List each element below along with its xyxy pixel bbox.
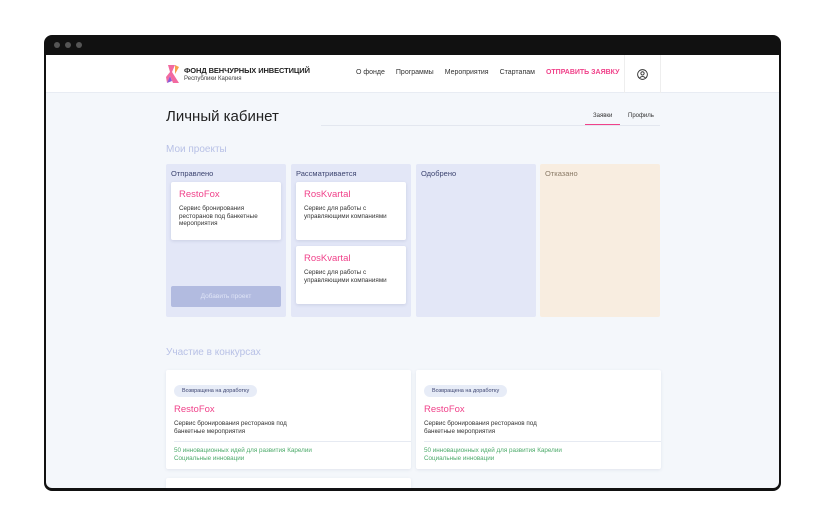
window-titlebar bbox=[46, 35, 779, 55]
contest-category: Социальные инновации bbox=[424, 454, 495, 462]
contest-category: Социальные инновации bbox=[174, 454, 245, 462]
contests-heading: Участие в конкурсах bbox=[166, 347, 261, 358]
browser-window: ФОНД ВЕНЧУРНЫХ ИНВЕСТИЦИЙ Республики Кар… bbox=[44, 35, 781, 491]
divider bbox=[424, 441, 661, 442]
status-badge: Возвращена на доработку bbox=[424, 385, 508, 397]
project-desc: Сервис бронирования ресторанов под банке… bbox=[174, 420, 287, 435]
window-dot[interactable] bbox=[65, 42, 71, 48]
project-desc: Сервис бронирования ресторанов под банке… bbox=[424, 420, 537, 435]
page: ФОНД ВЕНЧУРНЫХ ИНВЕСТИЦИЙ Республики Кар… bbox=[46, 55, 779, 488]
project-name: RestoFox bbox=[174, 404, 215, 415]
contest-name[interactable]: 50 инновационных идей для развития Карел… bbox=[424, 447, 653, 455]
submit-application-link[interactable]: ОТПРАВИТЬ ЗАЯВКУ bbox=[546, 69, 620, 76]
column-title: Отказано bbox=[545, 169, 578, 178]
project-desc: Сервис для работы с управляющими компани… bbox=[304, 205, 387, 220]
tab-profile[interactable]: Профиль bbox=[628, 113, 654, 119]
column-title: Одобрено bbox=[421, 169, 457, 178]
tabs: Заявки Профиль bbox=[321, 111, 660, 126]
page-title: Личный кабинет bbox=[166, 108, 279, 125]
tab-applications[interactable]: Заявки bbox=[585, 113, 621, 125]
project-name: RestoFox bbox=[424, 404, 465, 415]
site-header: ФОНД ВЕНЧУРНЫХ ИНВЕСТИЦИЙ Республики Кар… bbox=[46, 55, 779, 93]
nav-events[interactable]: Мероприятия bbox=[445, 69, 489, 76]
project-card[interactable]: RosKvartal Сервис для работы с управляющ… bbox=[296, 246, 406, 304]
nav-programs[interactable]: Программы bbox=[396, 69, 434, 76]
nav-about[interactable]: О фонде bbox=[356, 69, 385, 76]
brand-title: ФОНД ВЕНЧУРНЫХ ИНВЕСТИЦИЙ bbox=[184, 66, 310, 75]
logo-icon[interactable] bbox=[166, 63, 180, 85]
contest-card[interactable] bbox=[166, 478, 411, 488]
brand[interactable]: ФОНД ВЕНЧУРНЫХ ИНВЕСТИЦИЙ Республики Кар… bbox=[184, 66, 310, 82]
column-rejected: Отказано bbox=[540, 164, 660, 317]
nav-startups[interactable]: Стартапам bbox=[500, 69, 535, 76]
column-sent: Отправлено RestoFox Сервис бронирования … bbox=[166, 164, 286, 317]
project-desc: Сервис для работы с управляющими компани… bbox=[304, 269, 387, 284]
contest-card[interactable]: Возвращена на доработку RestoFox Сервис … bbox=[416, 370, 661, 469]
project-card[interactable]: RosKvartal Сервис для работы с управляющ… bbox=[296, 182, 406, 240]
column-title: Рассматривается bbox=[296, 169, 357, 178]
window-dot[interactable] bbox=[54, 42, 60, 48]
brand-subtitle: Республики Карелия bbox=[184, 76, 242, 82]
contest-card[interactable]: Возвращена на доработку RestoFox Сервис … bbox=[166, 370, 411, 469]
column-review: Рассматривается RosKvartal Сервис для ра… bbox=[291, 164, 411, 317]
contest-name[interactable]: 50 инновационных идей для развития Карел… bbox=[174, 447, 403, 455]
add-project-button[interactable]: Добавить проект bbox=[171, 286, 281, 307]
column-approved: Одобрено bbox=[416, 164, 536, 317]
window-dot[interactable] bbox=[76, 42, 82, 48]
divider bbox=[174, 441, 411, 442]
project-desc: Сервис бронирования ресторанов под банке… bbox=[179, 205, 258, 227]
projects-heading: Мои проекты bbox=[166, 144, 227, 155]
main-nav: О фонде Программы Мероприятия Стартапам … bbox=[356, 69, 619, 76]
user-button[interactable] bbox=[624, 55, 661, 93]
project-card[interactable]: RestoFox Сервис бронирования ресторанов … bbox=[171, 182, 281, 240]
status-badge: Возвращена на доработку bbox=[174, 385, 258, 397]
project-name: RosKvartal bbox=[304, 253, 351, 264]
project-name: RestoFox bbox=[179, 189, 220, 200]
project-name: RosKvartal bbox=[304, 189, 351, 200]
user-icon bbox=[637, 68, 648, 80]
column-title: Отправлено bbox=[171, 169, 214, 178]
